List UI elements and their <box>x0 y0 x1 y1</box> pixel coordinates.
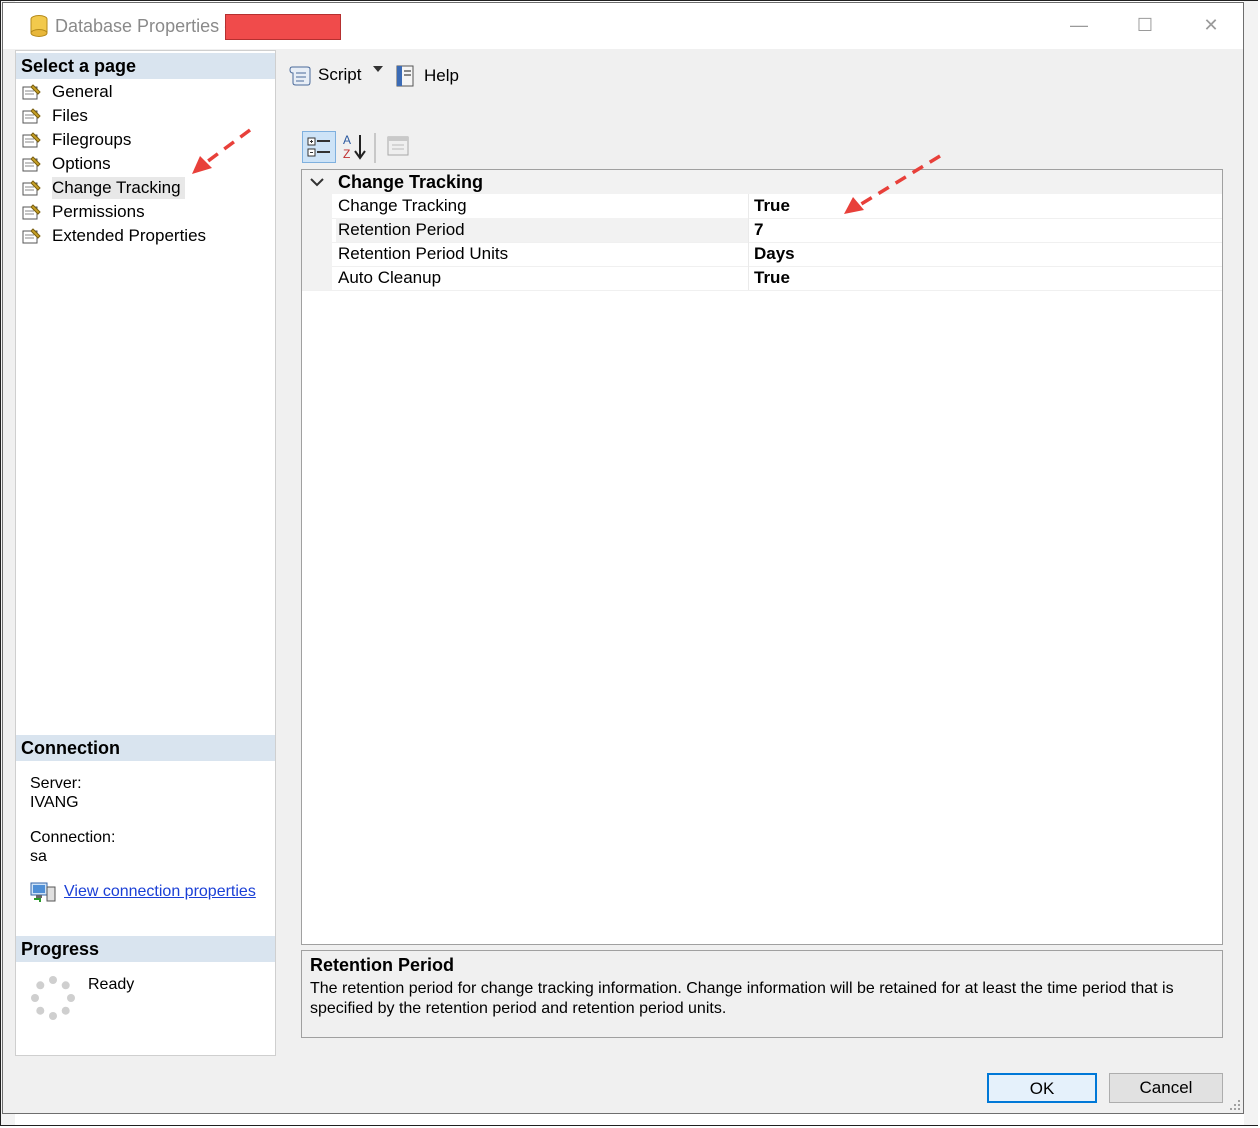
connection-label: Connection: <box>30 829 116 846</box>
page-wrench-icon <box>22 84 41 100</box>
grid-row-auto-cleanup[interactable]: Auto Cleanup True <box>302 266 1222 291</box>
property-name: Change Tracking <box>338 196 467 215</box>
row-gutter <box>302 194 332 218</box>
property-pages-button[interactable] <box>383 131 415 163</box>
svg-text:A: A <box>343 133 351 147</box>
page-change-tracking[interactable]: Change Tracking <box>22 177 185 199</box>
database-icon <box>30 15 48 37</box>
script-button[interactable]: Script <box>288 64 361 86</box>
svg-text:Z: Z <box>343 147 350 161</box>
maximize-button[interactable]: ☐ <box>1133 15 1157 36</box>
property-name: Retention Period Units <box>338 244 509 263</box>
property-value[interactable]: Days <box>754 242 795 266</box>
chevron-down-icon <box>373 66 383 72</box>
page-wrench-icon <box>22 156 41 172</box>
column-divider <box>748 242 749 266</box>
property-name: Auto Cleanup <box>338 268 442 287</box>
dialog-toolbar: Script Help <box>278 50 1243 100</box>
page-label: Filegroups <box>52 130 132 149</box>
grid-row-change-tracking[interactable]: Change Tracking True <box>302 194 1222 219</box>
connection-properties-icon <box>30 882 56 902</box>
background-app-right-strip <box>1244 1 1258 1125</box>
page-wrench-icon <box>22 180 41 196</box>
property-value[interactable]: True <box>754 266 790 290</box>
row-gutter <box>302 266 332 290</box>
page-wrench-icon <box>22 204 41 220</box>
property-pages-icon <box>387 136 409 156</box>
row-gutter <box>302 218 332 242</box>
progress-header: Progress <box>16 936 275 962</box>
alphabetical-sort-button[interactable]: AZ <box>340 131 370 163</box>
property-value[interactable]: True <box>754 194 790 218</box>
page-options[interactable]: Options <box>22 153 111 175</box>
left-pane: Select a page General Files Filegroups O… <box>15 50 276 1056</box>
page-filegroups[interactable]: Filegroups <box>22 129 131 151</box>
page-wrench-icon <box>22 228 41 244</box>
page-general[interactable]: General <box>22 81 112 103</box>
select-page-header: Select a page <box>16 53 275 79</box>
progress-status: Ready <box>88 976 135 993</box>
description-text: The retention period for change tracking… <box>310 980 1174 1017</box>
page-label: Permissions <box>52 202 145 221</box>
categorized-view-button[interactable] <box>302 131 336 163</box>
script-icon <box>289 66 311 86</box>
description-panel: Retention Period The retention period fo… <box>301 950 1223 1038</box>
category-label: Change Tracking <box>338 172 484 192</box>
resize-grip-icon[interactable] <box>1229 1099 1241 1111</box>
minimize-button[interactable]: — <box>1067 15 1091 36</box>
page-wrench-icon <box>22 132 41 148</box>
script-dropdown-button[interactable] <box>372 64 384 74</box>
property-name: Retention Period <box>336 218 748 242</box>
help-button[interactable]: Help <box>394 64 459 88</box>
property-value[interactable]: 7 <box>754 218 763 242</box>
column-divider <box>748 266 749 290</box>
database-properties-dialog: Database Properties - — ☐ ✕ Select a pag… <box>2 2 1244 1114</box>
page-permissions[interactable]: Permissions <box>22 201 145 223</box>
chevron-down-icon <box>310 178 324 187</box>
property-grid: Change Tracking Change Tracking True Ret… <box>301 169 1223 945</box>
server-label: Server: <box>30 775 82 792</box>
categorized-icon <box>307 137 330 157</box>
view-connection-properties-link[interactable]: View connection properties <box>64 883 256 901</box>
page-label: General <box>52 82 113 101</box>
script-label: Script <box>318 65 362 84</box>
page-files[interactable]: Files <box>22 105 88 127</box>
category-row[interactable]: Change Tracking <box>302 170 1222 194</box>
row-gutter <box>302 242 332 266</box>
column-divider <box>748 194 749 218</box>
page-label: Extended Properties <box>52 226 207 245</box>
column-divider <box>748 218 749 242</box>
redaction-box <box>225 14 341 40</box>
title-bar: Database Properties - — ☐ ✕ <box>3 3 1243 49</box>
page-label: Files <box>52 106 88 125</box>
page-wrench-icon <box>22 108 41 124</box>
grid-row-retention-period[interactable]: Retention Period 7 <box>302 218 1222 243</box>
help-label: Help <box>424 66 459 85</box>
connection-header: Connection <box>16 735 275 761</box>
help-book-icon <box>396 65 414 87</box>
window-title: Database Properties - <box>55 16 231 36</box>
connection-value: sa <box>30 848 47 865</box>
sort-az-icon: AZ <box>343 133 366 161</box>
cancel-button[interactable]: Cancel <box>1109 1073 1223 1103</box>
grid-row-retention-period-units[interactable]: Retention Period Units Days <box>302 242 1222 267</box>
page-extended-properties[interactable]: Extended Properties <box>22 225 206 247</box>
close-button[interactable]: ✕ <box>1199 15 1223 36</box>
toolbar-separator <box>374 133 376 163</box>
progress-spinner-icon <box>31 976 75 1020</box>
server-value: IVANG <box>30 794 79 811</box>
page-label: Change Tracking <box>52 177 185 199</box>
page-label: Options <box>52 154 111 173</box>
ok-button[interactable]: OK <box>987 1073 1097 1103</box>
description-title: Retention Period <box>310 955 455 975</box>
